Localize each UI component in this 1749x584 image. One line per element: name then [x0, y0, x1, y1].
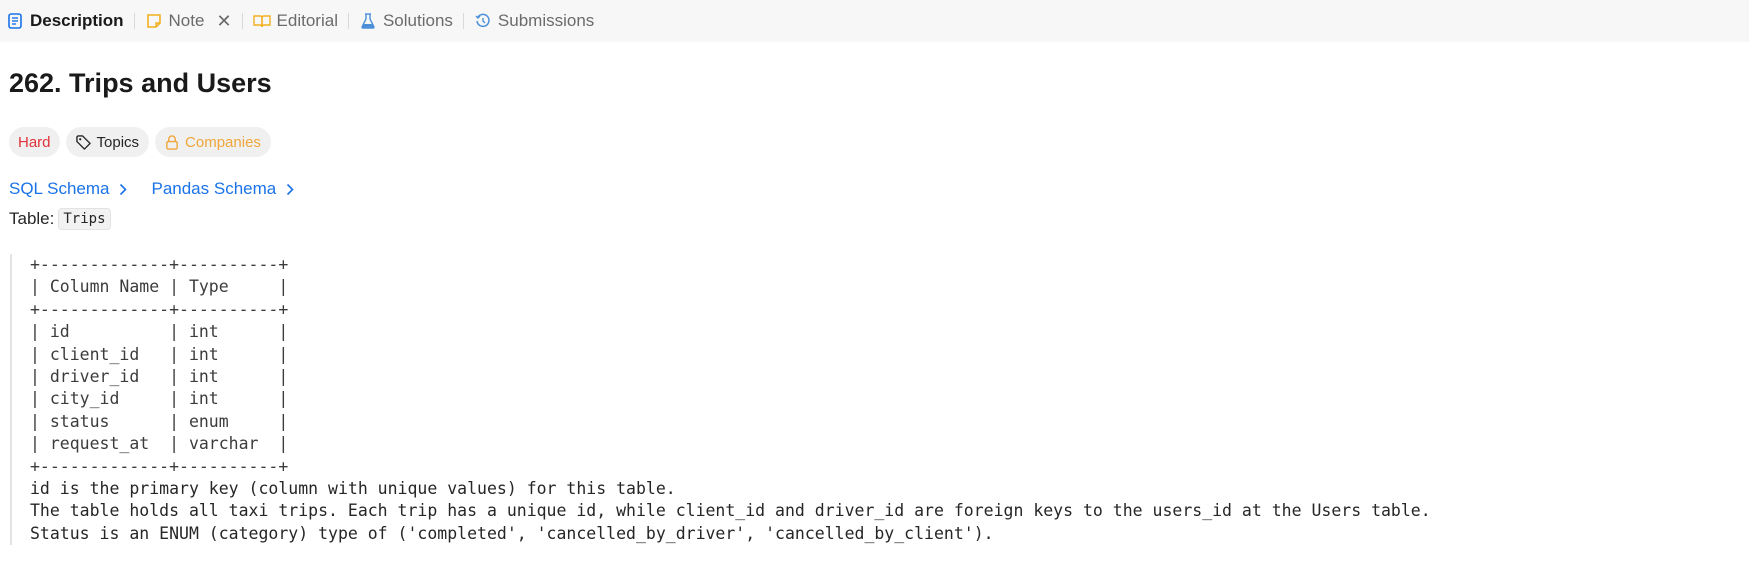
tab-submissions[interactable]: Submissions: [474, 0, 594, 42]
tag-icon: [75, 134, 91, 150]
tab-divider: [462, 13, 464, 29]
schema-row: | client_id | int |: [30, 344, 289, 364]
schema-row: | status | enum |: [30, 411, 289, 431]
description-line: id is the primary key (column with uniqu…: [30, 479, 676, 499]
tab-note[interactable]: Note ✕: [145, 0, 232, 42]
schema-row: | city_id | int |: [30, 389, 289, 409]
chevron-right-icon: [119, 183, 128, 196]
table-name-code: Trips: [58, 208, 111, 230]
tab-description-label: Description: [30, 11, 124, 30]
companies-label: Companies: [185, 133, 261, 151]
book-icon: [252, 12, 271, 30]
close-icon[interactable]: ✕: [216, 12, 231, 30]
problem-tags: Hard Topics Companies: [9, 127, 271, 157]
tab-submissions-label: Submissions: [497, 11, 595, 30]
tab-note-label: Note: [168, 11, 205, 30]
schema-row: | request_at | varchar |: [30, 434, 289, 454]
schema-row: | driver_id | int |: [30, 367, 289, 387]
schema-links: SQL Schema Pandas Schema: [9, 179, 294, 199]
tab-editorial[interactable]: Editorial: [252, 0, 338, 42]
topics-label: Topics: [96, 133, 140, 151]
chevron-right-icon: [286, 183, 294, 196]
tab-description[interactable]: Description: [6, 0, 124, 42]
schema-header-row: | Column Name | Type |: [30, 277, 289, 297]
tab-editorial-label: Editorial: [276, 11, 338, 30]
tab-solutions-label: Solutions: [382, 11, 453, 30]
note-icon: [145, 12, 163, 30]
sql-schema-link[interactable]: SQL Schema: [9, 179, 128, 199]
tab-solutions[interactable]: Solutions: [359, 0, 453, 42]
schema-row: | id | int |: [30, 322, 289, 342]
table-prefix: Table:: [9, 209, 55, 228]
table-label: Table: Trips: [9, 208, 111, 230]
schema-border-mid: +-------------+----------+: [30, 299, 289, 319]
pandas-schema-link[interactable]: Pandas Schema: [151, 179, 294, 199]
history-icon: [474, 12, 492, 30]
sql-schema-label: SQL Schema: [9, 179, 110, 198]
tab-bar: Description Note ✕ Editorial Solutions S…: [0, 0, 1749, 42]
pandas-schema-label: Pandas Schema: [151, 179, 277, 198]
difficulty-badge: Hard: [9, 127, 60, 157]
companies-button[interactable]: Companies: [155, 127, 271, 157]
schema-border-bottom: +-------------+----------+: [30, 456, 289, 476]
description-line: The table holds all taxi trips. Each tri…: [30, 501, 1431, 521]
tab-divider: [133, 13, 135, 29]
description-icon: [6, 12, 24, 30]
tab-divider: [347, 13, 349, 29]
tab-divider: [241, 13, 243, 29]
description-line: Status is an ENUM (category) type of ('c…: [30, 523, 994, 543]
lock-icon: [165, 134, 179, 150]
schema-border-top: +-------------+----------+: [30, 255, 289, 274]
flask-icon: [359, 12, 377, 30]
problem-title: 262. Trips and Users: [9, 68, 272, 98]
schema-code-block: +-------------+----------+ | Column Name…: [10, 254, 1730, 546]
topics-button[interactable]: Topics: [65, 127, 150, 157]
